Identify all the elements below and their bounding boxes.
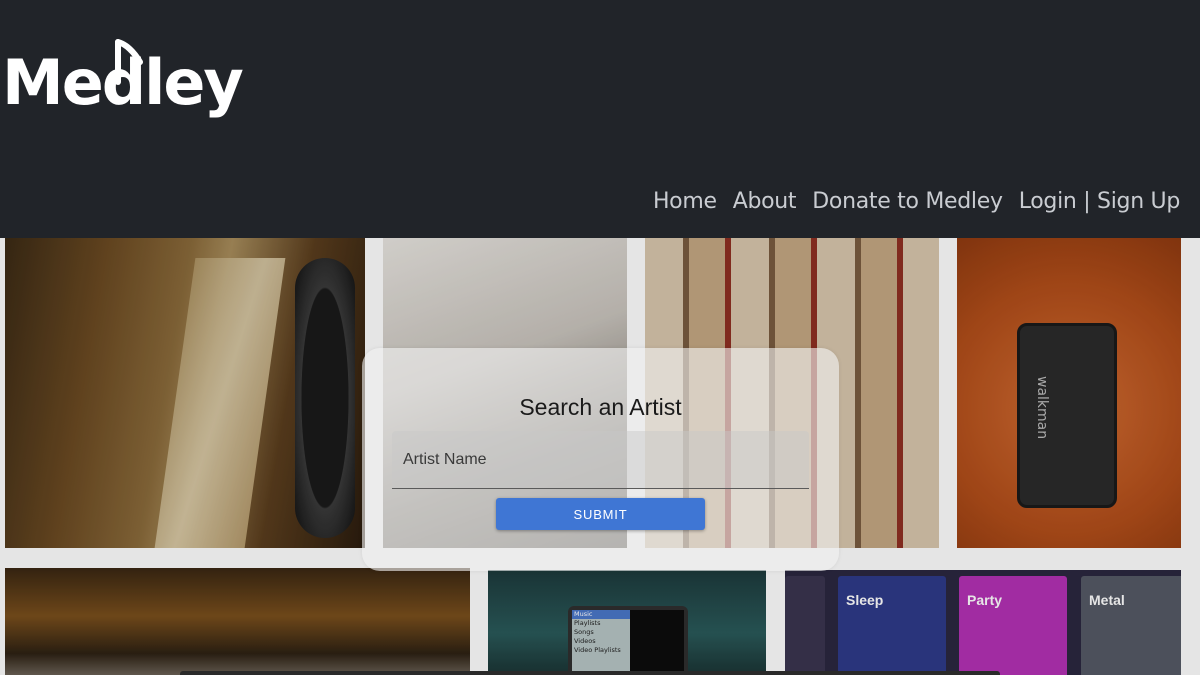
site-header: Medley Home About Donate to Medley Login… [0,0,1200,238]
medley-logo[interactable]: Medley [2,34,244,136]
ipod-menu: Music Playlists Songs Videos Video Playl… [572,610,630,674]
playlist-label: Metal [1089,592,1125,608]
playlists-image: Sleep Party Metal [785,570,1181,675]
ipod-screen: Music Playlists Songs Videos Video Playl… [572,610,684,674]
walkman-image: walkman [957,238,1181,548]
ipod-menu-item: Videos [574,637,596,645]
walkman-label: walkman [1034,376,1050,440]
ipod-menu-item: Music [572,610,630,619]
ipod-menu-item: Playlists [574,619,601,627]
playlist-label: Party [967,592,1003,608]
ipod-menu-item: Songs [574,628,594,636]
playlist-card-party: Party [959,576,1067,675]
ipod-device: Music Playlists Songs Videos Video Playl… [568,606,688,675]
nav-auth-links: Login | Sign Up [1019,189,1181,214]
record-sleeve [154,258,286,548]
nav-donate-link[interactable]: Donate to Medley [812,189,1003,214]
ipod-image: Music Playlists Songs Videos Video Playl… [488,570,766,675]
walkman-device: walkman [1017,323,1117,508]
nav-login-link[interactable]: Login [1019,189,1077,214]
playlist-card-metal: Metal [1081,576,1181,675]
artist-name-input[interactable] [392,431,809,489]
playlist-label: Sleep [846,592,884,608]
artist-search-card: Search an Artist SUBMIT [362,348,839,571]
ipod-album-art [630,610,684,674]
nav-about-link[interactable]: About [733,189,797,214]
record-player-image [5,568,470,675]
nav-separator: | [1076,189,1098,214]
nav-signup-link[interactable]: Sign Up [1097,189,1180,214]
vinyl-disc [295,258,355,538]
submit-button[interactable]: SUBMIT [496,498,705,530]
vinyl-records-image [5,238,365,548]
playlist-card-sleep: Sleep [838,576,946,675]
ipod-menu-item: Video Playlists [574,646,621,654]
logo-text: Medley [2,46,244,119]
playlist-card [785,576,825,675]
bottom-edge [180,671,1000,675]
main-nav: Home About Donate to Medley Login | Sign… [653,189,1180,214]
search-title: Search an Artist [519,394,682,420]
nav-home-link[interactable]: Home [653,189,717,214]
